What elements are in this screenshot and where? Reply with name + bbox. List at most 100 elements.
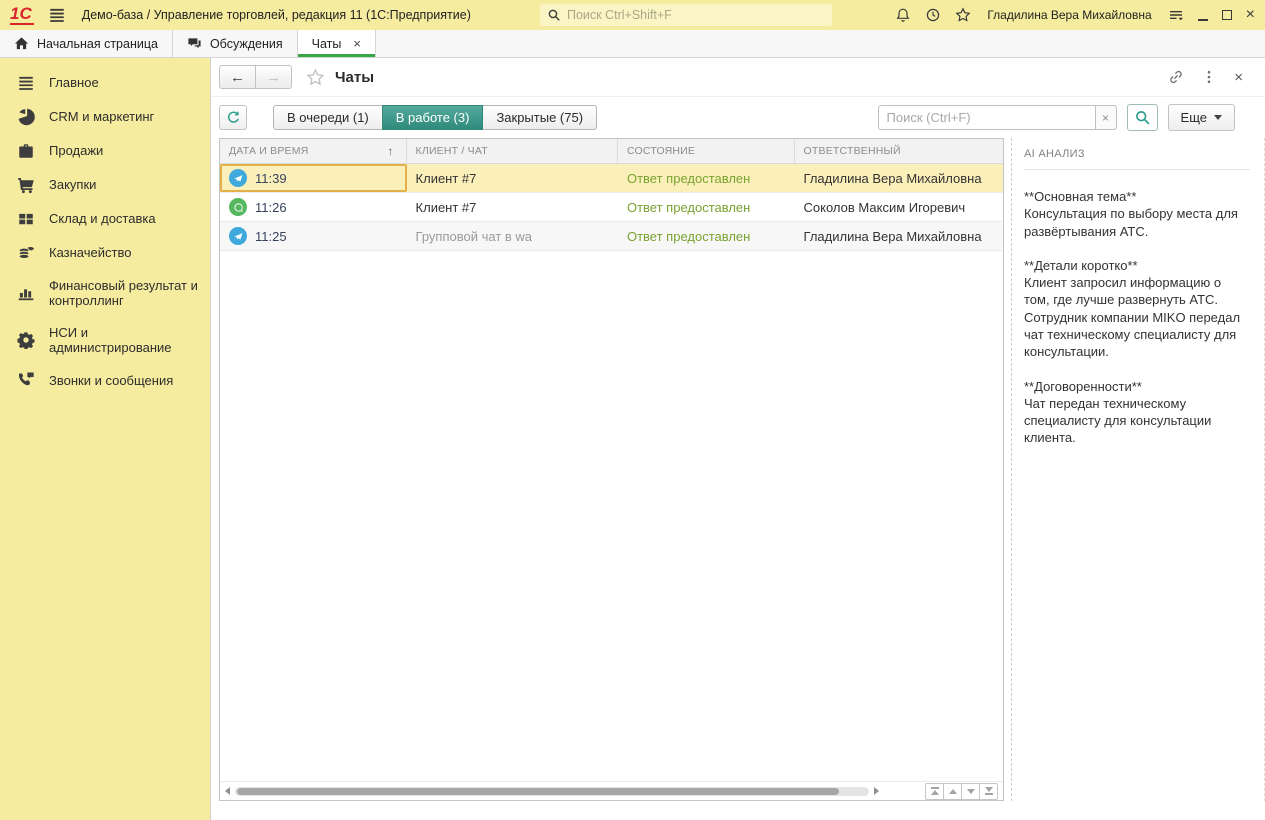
close-page-icon[interactable]: × [1234,70,1243,85]
toolbar: В очереди (1)В работе (3)Закрытые (75) ×… [211,97,1265,138]
column-header-1[interactable]: ДАТА И ВРЕМЯ↑ [220,139,407,163]
add-favorite-star-icon[interactable] [306,68,325,87]
scroll-left-icon[interactable] [225,787,230,795]
scroll-right-icon[interactable] [874,787,879,795]
horizontal-scrollbar[interactable] [235,787,869,796]
telegram-icon [229,169,247,187]
column-header-3[interactable]: СОСТОЯНИЕ [618,139,795,163]
ai-panel-title: AI АНАЛИЗ [1024,144,1250,170]
content-area: ДАТА И ВРЕМЯ↑КЛИЕНТ / ЧАТ СОСТОЯНИЕ ОТВЕТС… [211,138,1265,820]
search-button[interactable] [1127,104,1158,131]
user-settings-icon[interactable] [1168,7,1184,23]
maximize-button[interactable] [1222,10,1232,20]
tab-2[interactable]: Обсуждения [173,30,298,57]
refresh-button[interactable] [219,105,247,130]
tab-3[interactable]: Чаты × [298,30,376,57]
refresh-icon [226,110,241,125]
filter-button-1[interactable]: В очереди (1) [273,105,383,130]
cell-client[interactable]: Клиент #7 [407,193,618,221]
main-panel: ← → Чаты × В очереди (1)В работе (3)Закр… [210,58,1265,820]
menu-lines-icon [16,74,36,92]
cell-responsible[interactable]: Гладилина Вера Михайловна [795,222,1003,250]
table-header: ДАТА И ВРЕМЯ↑КЛИЕНТ / ЧАТ СОСТОЯНИЕ ОТВЕТС… [220,139,1003,164]
filter-button-3[interactable]: Закрытые (75) [482,105,597,130]
ai-sections: **Основная тема**Консультация по выбору … [1024,188,1250,447]
table-row[interactable]: 11:39Клиент #7Ответ предоставленГладилин… [220,164,1003,193]
tab-label: Обсуждения [210,37,283,51]
table-body: 11:39Клиент #7Ответ предоставленГладилин… [220,164,1003,781]
back-button[interactable]: ← [219,65,256,89]
close-window-button[interactable]: × [1246,7,1255,23]
cell-client[interactable]: Клиент #7 [407,164,618,192]
discussion-icon [187,36,202,51]
notifications-bell-icon[interactable] [895,7,911,23]
go-last-row-button[interactable] [979,783,998,800]
current-user-name[interactable]: Гладилина Вера Михайловна [987,8,1151,22]
cell-state[interactable]: Ответ предоставлен [618,222,795,250]
phone-message-icon [16,371,36,389]
global-search-input[interactable] [567,8,825,22]
sidebar-item-9[interactable]: Звонки и сообщения [0,363,210,397]
filter-button-2[interactable]: В работе (3) [382,105,484,130]
favorites-star-icon[interactable] [955,7,971,23]
more-button-label: Еще [1181,110,1207,125]
history-icon[interactable] [925,7,941,23]
cell-date-time[interactable]: 11:25 [220,222,407,250]
list-search-input[interactable] [878,105,1096,130]
go-next-row-button[interactable] [961,783,980,800]
sidebar-item-6[interactable]: Казначейство [0,236,210,270]
sidebar-menu: ГлавноеCRM и маркетинг Продажи ЗакупкиСкла… [0,58,210,820]
sidebar-item-label: Звонки и сообщения [49,373,173,388]
briefcase-icon [16,142,36,160]
sort-asc-icon: ↑ [387,144,393,158]
sidebar-item-1[interactable]: Главное [0,66,210,100]
state-label: Ответ предоставлен [627,200,750,215]
cell-responsible[interactable]: Гладилина Вера Михайловна [795,164,1003,192]
go-first-row-button[interactable] [925,783,944,800]
whatsapp-icon [229,198,247,216]
cell-date-time[interactable]: 11:39 [220,164,407,192]
tab-label: Чаты [312,37,342,51]
row-time: 11:25 [255,229,287,244]
state-label: Ответ предоставлен [627,229,750,244]
cell-date-time[interactable]: 11:26 [220,193,407,221]
global-search[interactable] [540,4,832,26]
column-header-4[interactable]: ОТВЕТСТВЕННЫЙ [795,139,1003,163]
get-link-icon[interactable] [1168,69,1184,85]
chevron-down-icon [1214,115,1222,120]
scrollbar-thumb[interactable] [237,788,839,795]
sidebar-item-5[interactable]: Склад и доставка [0,202,210,236]
bar-chart-icon [16,284,36,302]
sidebar-item-4[interactable]: Закупки [0,168,210,202]
cell-state[interactable]: Ответ предоставлен [618,164,795,192]
tab-1[interactable]: Начальная страница [0,30,173,57]
column-header-label: СОСТОЯНИЕ [627,145,695,157]
main-menu-icon[interactable] [48,6,66,24]
minimize-button[interactable] [1198,19,1208,21]
sidebar-item-label: Продажи [49,143,103,158]
sidebar-item-7[interactable]: Финансовый результат и контроллинг [0,270,210,317]
table-row[interactable]: 11:25 Групповой чат в wa Ответ предоставле… [220,222,1003,251]
ai-section-body: Клиент запросил информацию о том, где лу… [1024,274,1250,360]
cell-responsible[interactable]: Соколов Максим Игоревич [795,193,1003,221]
cell-client[interactable]: Групповой чат в wa [407,222,618,250]
row-nav-buttons [925,783,998,800]
go-prev-row-button[interactable] [943,783,962,800]
page-title: Чаты [335,69,374,86]
close-tab-icon[interactable]: × [353,37,361,50]
coins-icon [16,244,36,262]
clear-search-icon[interactable]: × [1095,105,1117,130]
column-header-2[interactable]: КЛИЕНТ / ЧАТ [407,139,618,163]
cart-icon [16,176,36,194]
app-title: Демо-база / Управление торговлей, редакц… [82,8,471,22]
table-row[interactable]: 11:26Клиент #7 Ответ предоставлен Соколов … [220,193,1003,222]
pie-chart-icon [16,108,36,126]
kebab-menu-icon[interactable] [1201,69,1217,85]
more-button[interactable]: Еще [1168,104,1235,131]
table-footer [220,781,1003,800]
sidebar-item-2[interactable]: CRM и маркетинг [0,100,210,134]
sidebar-item-3[interactable]: Продажи [0,134,210,168]
cell-state[interactable]: Ответ предоставлен [618,193,795,221]
sidebar-item-8[interactable]: НСИ и администрирование [0,317,210,364]
forward-button[interactable]: → [255,65,292,89]
